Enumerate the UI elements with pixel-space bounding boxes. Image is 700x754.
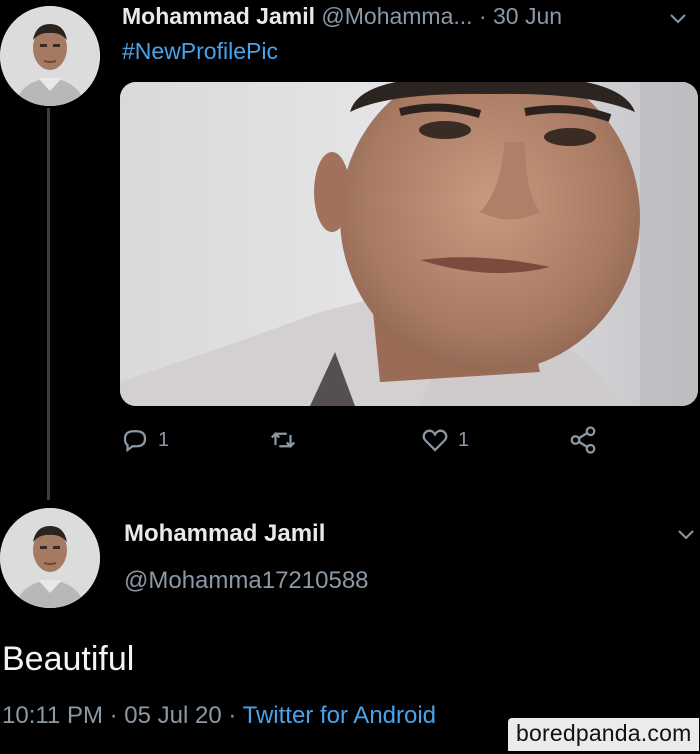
chevron-down-icon bbox=[670, 14, 686, 24]
tweet-photo[interactable] bbox=[120, 82, 698, 406]
like-count: 1 bbox=[458, 428, 470, 451]
reply-text: Beautiful bbox=[2, 640, 135, 678]
reply-meta: 10:11 PM · 05 Jul 20 · Twitter for Andro… bbox=[2, 702, 436, 730]
chevron-down-icon bbox=[678, 530, 694, 540]
thread-line bbox=[47, 108, 50, 500]
reply-more-options-button[interactable] bbox=[676, 524, 696, 549]
reply-button[interactable]: 1 bbox=[120, 425, 169, 455]
author-handle[interactable]: @Mohamma... bbox=[321, 3, 472, 29]
reply-author-name[interactable]: Mohammad Jamil bbox=[124, 520, 325, 548]
share-icon bbox=[570, 426, 596, 454]
reply-author-handle[interactable]: @Mohamma17210588 bbox=[124, 567, 369, 595]
share-button[interactable] bbox=[568, 425, 598, 455]
reply-date: 05 Jul 20 bbox=[124, 702, 222, 729]
reply-icon bbox=[123, 430, 147, 453]
reply-source-link[interactable]: Twitter for Android bbox=[243, 702, 436, 729]
reply-avatar[interactable] bbox=[0, 508, 100, 608]
tweet-date[interactable]: 30 Jun bbox=[493, 3, 562, 29]
retweet-icon bbox=[270, 432, 296, 448]
tweet-header: Mohammad Jamil @Mohamma... · 30 Jun bbox=[122, 3, 562, 30]
avatar[interactable] bbox=[0, 6, 100, 106]
like-button[interactable]: 1 bbox=[420, 425, 469, 455]
watermark: boredpanda.com bbox=[508, 718, 700, 751]
more-options-button[interactable] bbox=[668, 8, 688, 33]
heart-icon bbox=[422, 429, 448, 452]
meta-separator: · bbox=[228, 702, 237, 729]
reply-time: 10:11 PM bbox=[2, 702, 103, 729]
reply-count: 1 bbox=[158, 428, 170, 451]
avatar-image bbox=[0, 6, 100, 106]
avatar-image bbox=[0, 508, 100, 608]
meta-separator: · bbox=[109, 702, 118, 729]
retweet-button[interactable] bbox=[268, 425, 298, 455]
tweet-text-hashtag[interactable]: #NewProfilePic bbox=[122, 38, 278, 65]
profile-photo-image bbox=[120, 82, 698, 406]
author-name[interactable]: Mohammad Jamil bbox=[122, 3, 315, 29]
date-separator: · bbox=[478, 3, 487, 29]
